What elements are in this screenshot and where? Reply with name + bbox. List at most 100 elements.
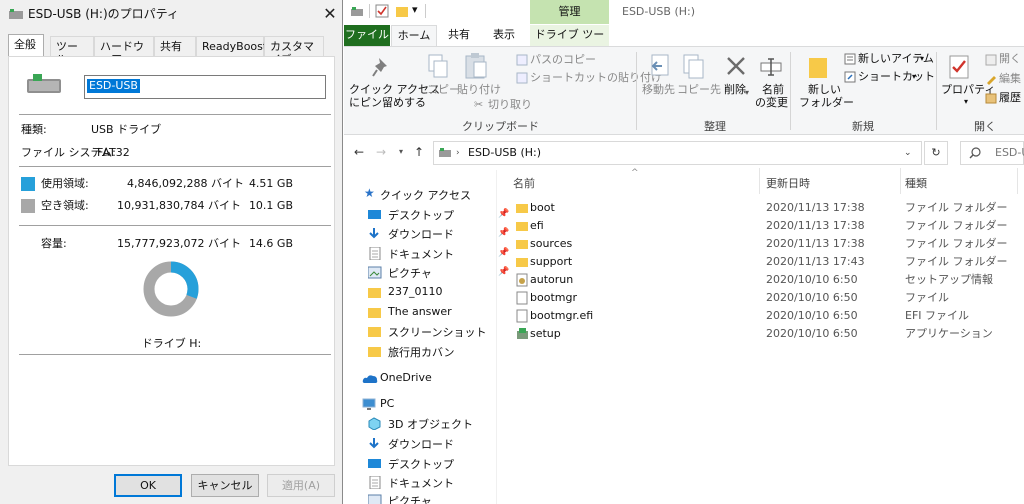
shortcut-button[interactable]: ショートカット: [858, 70, 935, 84]
address-bar[interactable]: › ESD-USB (H:) ⌄: [433, 141, 922, 165]
nav-item-folder[interactable]: 237_0110: [358, 283, 488, 302]
column-divider[interactable]: [900, 168, 901, 194]
search-box[interactable]: ESD-U: [960, 141, 1024, 165]
new-item-dropdown-icon[interactable]: ▾: [920, 52, 924, 66]
move-to-button[interactable]: 移動先: [642, 83, 675, 97]
tab-share[interactable]: 共有: [439, 25, 479, 47]
copy-to-button[interactable]: コピー先: [677, 83, 721, 97]
column-header-date[interactable]: 更新日時: [766, 177, 810, 191]
ok-button[interactable]: OK: [114, 474, 182, 497]
refresh-button[interactable]: ↻: [924, 141, 948, 165]
nav-item-downloads[interactable]: ダウンロード 📌: [358, 224, 509, 243]
file-row[interactable]: efi 2020/11/13 17:38 ファイル フォルダー: [502, 217, 1022, 235]
cut-icon: ✂: [474, 98, 484, 111]
folder-icon: [516, 258, 528, 267]
nav-item-3d-objects[interactable]: 3D オブジェクト: [358, 414, 488, 433]
general-page: ESD-USB 種類: USB ドライブ ファイル システム: FAT32 使用…: [8, 56, 335, 466]
address-path[interactable]: ESD-USB (H:): [468, 146, 541, 160]
back-button[interactable]: ←: [354, 145, 364, 159]
copy-button[interactable]: コピー: [427, 83, 460, 97]
nav-quick-access[interactable]: ★ クイック アクセス: [358, 185, 488, 204]
column-divider[interactable]: [759, 168, 760, 194]
nav-item-desktop[interactable]: デスクトップ 📌: [358, 205, 509, 224]
up-button[interactable]: ↑: [414, 145, 424, 159]
rename-button-l1[interactable]: 名前: [762, 83, 784, 97]
nav-item-label: The answer: [388, 305, 452, 318]
nav-item-folder[interactable]: スクリーンショット: [358, 322, 488, 341]
cancel-button[interactable]: キャンセル: [191, 474, 259, 497]
tab-hardware[interactable]: ハードウェア: [94, 36, 154, 66]
nav-item-pictures[interactable]: ピクチャ: [358, 491, 488, 504]
paste-icon: [465, 53, 487, 79]
file-row[interactable]: autorun 2020/10/10 6:50 セットアップ情報: [502, 271, 1022, 289]
free-space-swatch: [21, 199, 35, 213]
nav-item-folder[interactable]: The answer: [358, 303, 488, 322]
file-row[interactable]: support 2020/11/13 17:43 ファイル フォルダー: [502, 253, 1022, 271]
tab-drive-tools[interactable]: ドライブ ツール: [530, 25, 609, 61]
new-folder-qat-icon[interactable]: [396, 4, 408, 18]
apply-button[interactable]: 適用(A): [267, 474, 335, 497]
copy-path-button[interactable]: パスのコピー: [530, 53, 596, 67]
tab-sharing[interactable]: 共有: [154, 36, 196, 56]
delete-button[interactable]: 削除: [724, 83, 746, 97]
file-row[interactable]: bootmgr.efi 2020/10/10 6:50 EFI ファイル: [502, 307, 1022, 325]
properties-dropdown-icon[interactable]: ▾: [964, 95, 968, 109]
new-folder-button-l2[interactable]: フォルダー: [799, 96, 854, 110]
cube-icon: [368, 417, 381, 430]
rename-button-l2[interactable]: の変更: [755, 96, 788, 110]
history-button[interactable]: 履歴: [999, 91, 1021, 105]
nav-pc-label: PC: [380, 397, 395, 410]
tab-customize[interactable]: カスタマイズ: [264, 36, 324, 66]
forward-button[interactable]: →: [376, 145, 386, 159]
edit-button[interactable]: 編集: [999, 72, 1021, 86]
column-divider[interactable]: [1017, 168, 1018, 194]
tab-file[interactable]: ファイル: [344, 25, 390, 47]
nav-item-folder[interactable]: 旅行用カバン: [358, 342, 488, 361]
context-tab-header: 管理: [530, 0, 609, 24]
tab-tools[interactable]: ツール: [50, 36, 94, 66]
nav-item-pictures[interactable]: ピクチャ 📌: [358, 263, 509, 282]
breadcrumb-chevron-icon[interactable]: ›: [456, 146, 460, 160]
dialog-tabs: 全般 ツール ハードウェア 共有 ReadyBoost カスタマイズ: [8, 34, 324, 66]
volume-name-input[interactable]: ESD-USB: [84, 75, 326, 99]
group-divider: [936, 52, 937, 130]
nav-item-documents[interactable]: ドキュメント 📌: [358, 244, 509, 263]
file-row[interactable]: bootmgr 2020/10/10 6:50 ファイル: [502, 289, 1022, 307]
nav-item-documents[interactable]: ドキュメント: [358, 473, 488, 492]
file-row[interactable]: setup 2020/10/10 6:50 アプリケーション: [502, 325, 1022, 343]
nav-onedrive[interactable]: OneDrive: [358, 369, 488, 388]
usb-drive-icon: [439, 148, 451, 157]
nav-pc[interactable]: PC: [358, 395, 488, 414]
close-button[interactable]: ✕: [318, 2, 342, 26]
nav-item-label: デスクトップ: [388, 458, 454, 471]
column-header-type[interactable]: 種類: [905, 177, 927, 191]
free-space-bytes: 10,931,830,784 バイト: [117, 199, 241, 212]
cut-button[interactable]: 切り取り: [488, 98, 532, 112]
nav-item-desktop[interactable]: デスクトップ: [358, 454, 488, 473]
column-header-name[interactable]: 名前: [513, 177, 535, 191]
paste-button[interactable]: 貼り付け: [457, 83, 501, 97]
copy-path-icon: [516, 54, 528, 66]
tab-readyboost[interactable]: ReadyBoost: [196, 36, 267, 56]
new-folder-button-l1[interactable]: 新しい: [808, 83, 841, 97]
file-row[interactable]: sources 2020/11/13 17:38 ファイル フォルダー: [502, 235, 1022, 253]
tab-view[interactable]: 表示: [484, 25, 524, 47]
tab-home[interactable]: ホーム: [391, 25, 437, 48]
recent-locations-dropdown-icon[interactable]: ▾: [399, 145, 403, 159]
divider: [19, 114, 331, 115]
shortcut-dropdown-icon[interactable]: ▾: [912, 70, 916, 84]
file-date: 2020/10/10 6:50: [766, 273, 858, 286]
nav-item-downloads[interactable]: ダウンロード: [358, 434, 488, 453]
properties-check-icon[interactable]: [375, 4, 389, 18]
move-to-icon: [651, 54, 669, 76]
search-placeholder: ESD-U: [995, 146, 1024, 159]
delete-dropdown-icon[interactable]: ▾: [745, 86, 749, 100]
new-folder-icon: [809, 58, 827, 78]
tab-general[interactable]: 全般: [8, 34, 44, 57]
open-button[interactable]: 開く: [999, 52, 1021, 66]
file-icon: [516, 309, 528, 323]
customize-qat-dropdown-icon[interactable]: ▾: [412, 3, 418, 17]
pin-quick-access-button-l2[interactable]: にピン留めする: [349, 96, 426, 110]
file-row[interactable]: boot 2020/11/13 17:38 ファイル フォルダー: [502, 199, 1022, 217]
address-dropdown-icon[interactable]: ⌄: [904, 146, 912, 160]
